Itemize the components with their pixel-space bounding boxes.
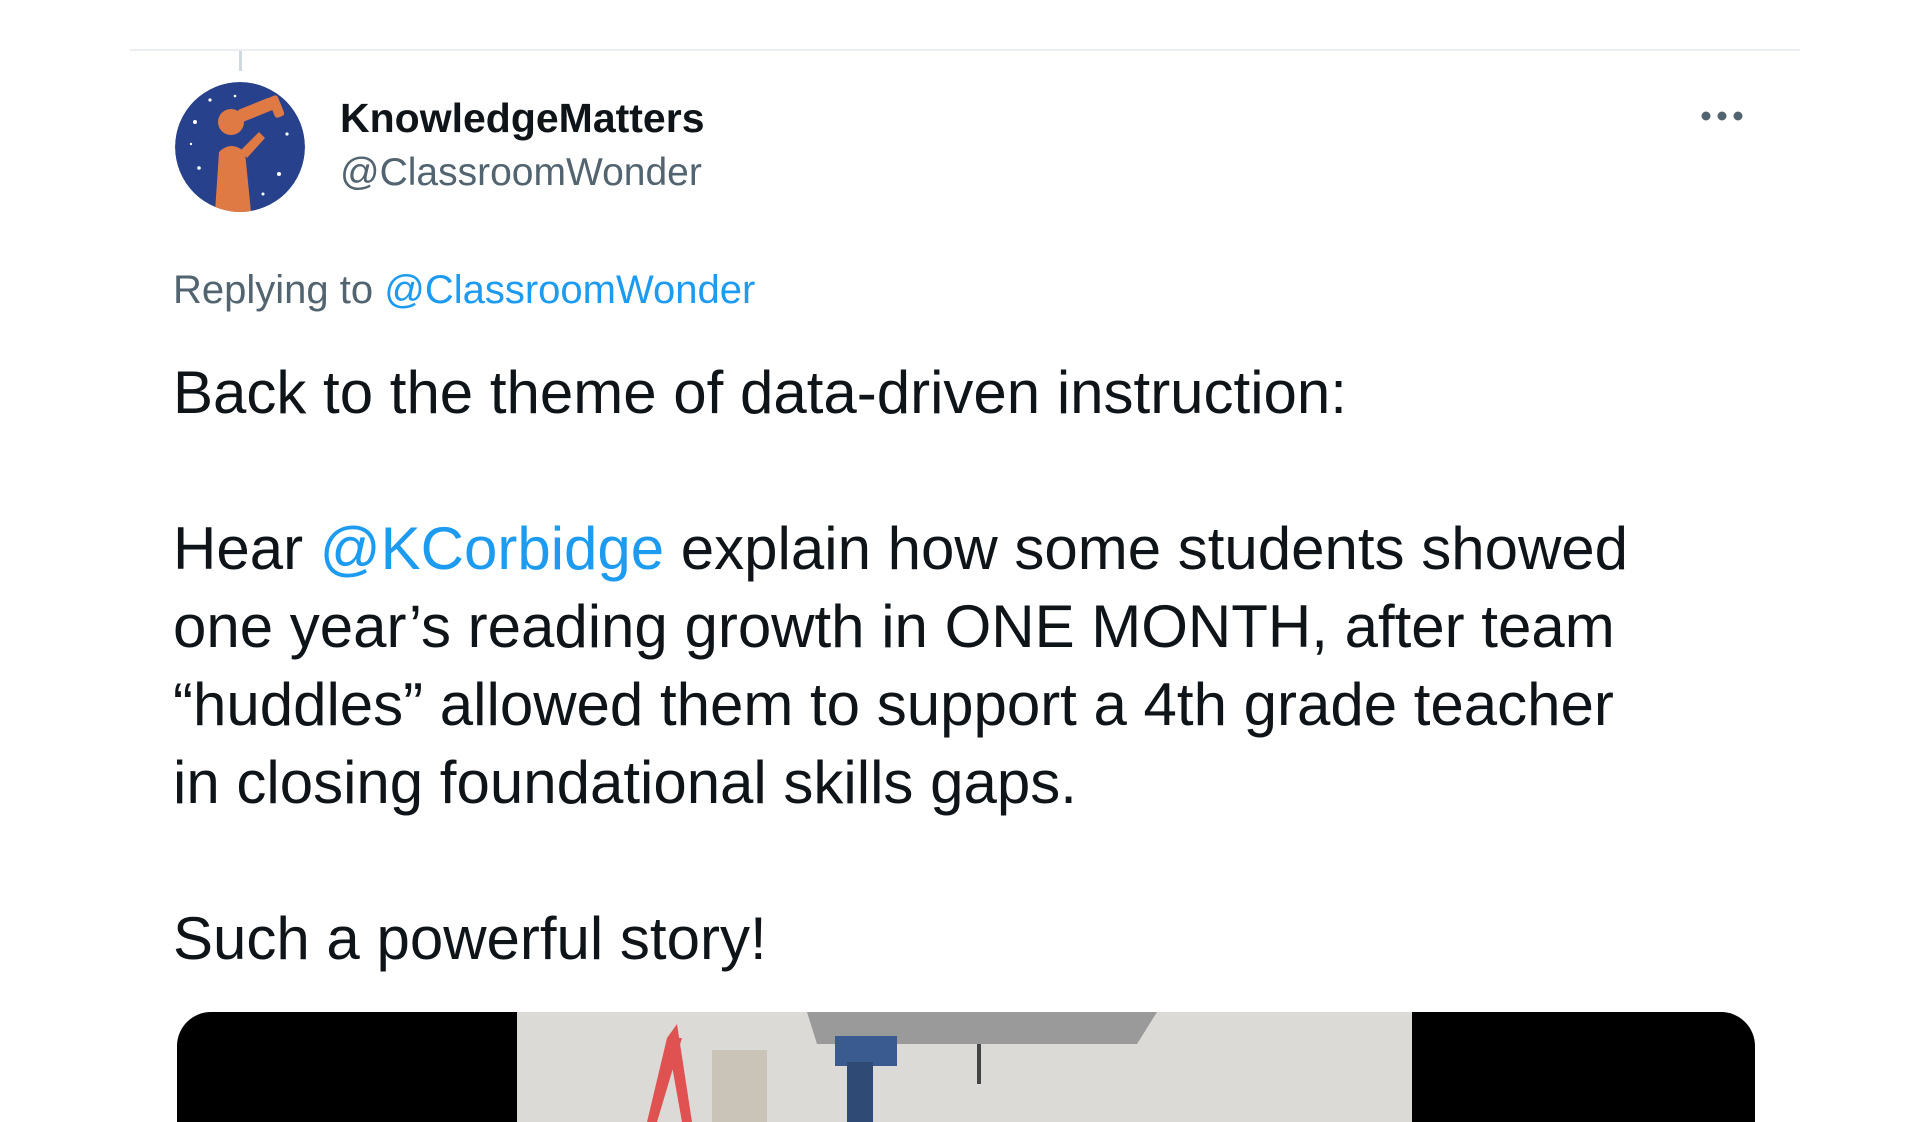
tweet-paragraph-3: Such a powerful story!: [173, 905, 767, 972]
replying-to-label: Replying to: [173, 268, 385, 312]
tweet-text: Back to the theme of data-driven instruc…: [173, 354, 1773, 978]
video-frame: [517, 1012, 1412, 1122]
timeline-divider: [130, 49, 1800, 51]
thread-connector-line: [239, 51, 242, 71]
tweet-paragraph-2-line-1: Hear @KCorbidge explain how some student…: [173, 510, 1773, 588]
replying-to-mention-link[interactable]: @ClassroomWonder: [384, 268, 755, 312]
tweet-paragraph-2-line-2: one year’s reading growth in ONE MONTH, …: [173, 593, 1615, 660]
ellipsis-icon: [1701, 111, 1743, 121]
avatar[interactable]: [175, 82, 305, 212]
author-display-name[interactable]: KnowledgeMatters: [340, 95, 705, 142]
video-thumbnail-image: [517, 1012, 1412, 1122]
author-handle[interactable]: @ClassroomWonder: [340, 151, 702, 195]
tweet-paragraph-2-line-3: “huddles” allowed them to support a 4th …: [173, 671, 1614, 738]
more-options-button[interactable]: [1696, 94, 1748, 138]
tweet-paragraph-2-line-4: in closing foundational skills gaps.: [173, 749, 1077, 816]
tweet-text-segment: Hear: [173, 515, 320, 582]
telescope-child-avatar-icon: [175, 82, 305, 212]
replying-to-line: Replying to @ClassroomWonder: [173, 268, 755, 313]
mention-link-kcorbidge[interactable]: @KCorbidge: [320, 515, 664, 582]
video-media-player[interactable]: [177, 1012, 1755, 1122]
tweet-paragraph-1: Back to the theme of data-driven instruc…: [173, 359, 1347, 426]
tweet-text-segment: explain how some students showed: [664, 515, 1629, 582]
